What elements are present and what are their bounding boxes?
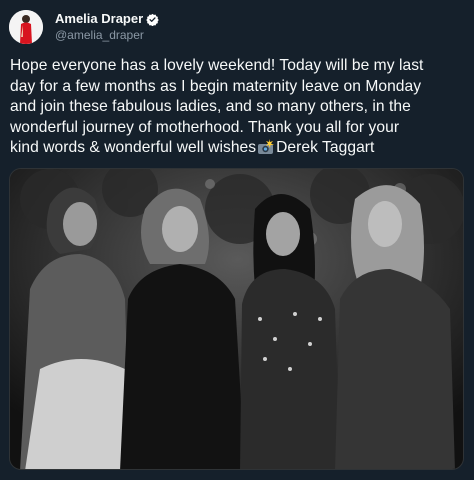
camera-with-flash-icon	[257, 139, 275, 155]
avatar-image	[9, 10, 43, 44]
author-names: Amelia Draper @amelia_draper	[55, 11, 159, 43]
display-name[interactable]: Amelia Draper	[55, 11, 143, 27]
tweet-text-segment: kind words & wonderful well wishes	[10, 139, 257, 156]
tweet-header: Amelia Draper @amelia_draper	[9, 9, 159, 45]
tweet-text-line: wonderful journey of motherhood. Thank y…	[10, 118, 400, 136]
tweet-text-line: day for a few months as I begin maternit…	[10, 77, 422, 95]
avatar[interactable]	[9, 10, 43, 44]
tweet-text-line: Hope everyone has a lovely weekend! Toda…	[10, 57, 424, 74]
tweet-photo[interactable]	[9, 168, 464, 470]
tweet: Amelia Draper @amelia_draper Hope everyo…	[0, 0, 474, 480]
handle[interactable]: @amelia_draper	[55, 27, 159, 43]
photo-image	[10, 169, 463, 469]
tweet-text-mention: Derek Taggart	[276, 139, 375, 156]
name-row: Amelia Draper	[55, 11, 159, 27]
tweet-text-line-last: kind words & wonderful well wishes Derek …	[10, 138, 468, 159]
tweet-text-line: and join these fabulous ladies, and so m…	[10, 98, 411, 115]
tweet-text: Hope everyone has a lovely weekend! Toda…	[10, 56, 468, 159]
verified-badge-icon	[146, 13, 159, 26]
